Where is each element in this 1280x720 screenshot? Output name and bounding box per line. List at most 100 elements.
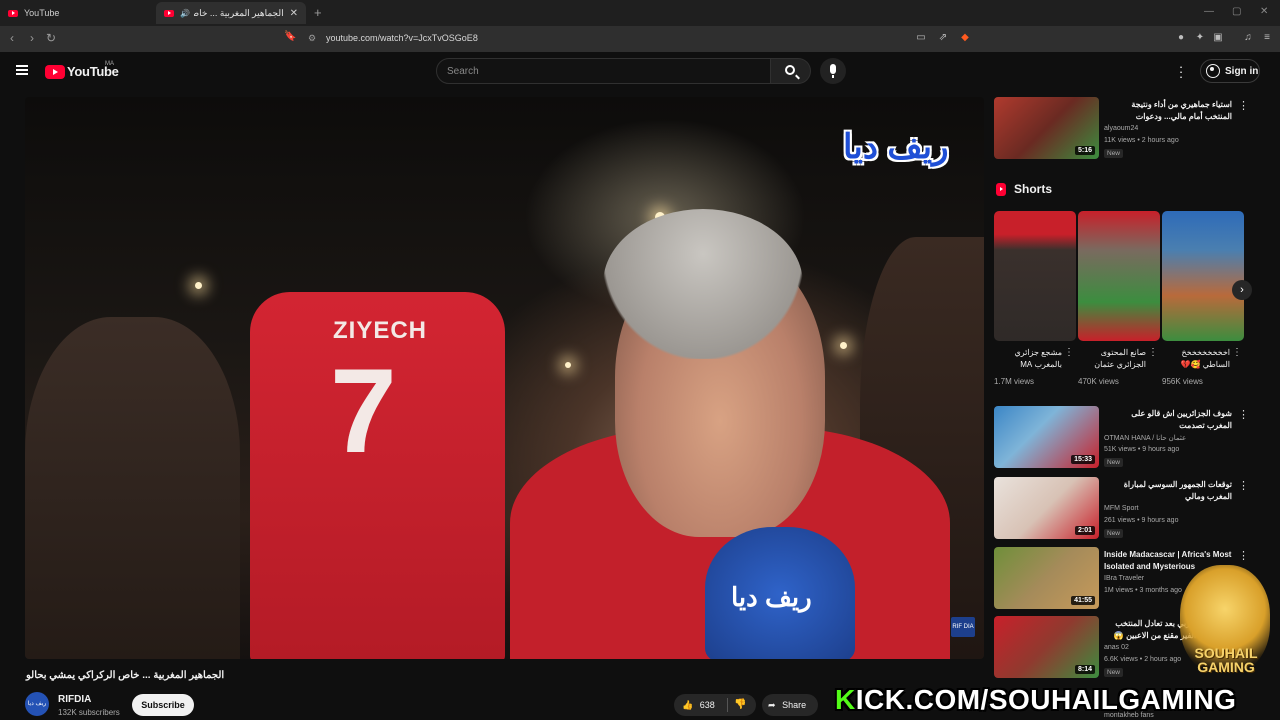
share-page-icon[interactable]: ⇗	[937, 32, 949, 44]
subscribe-button[interactable]: Subscribe	[132, 694, 194, 716]
video-title[interactable]: توقعات الجمهور السوسي لمباراة المغرب وما…	[1104, 479, 1232, 503]
forward-icon[interactable]: ›	[30, 31, 34, 45]
reload-icon[interactable]: ↻	[46, 31, 56, 45]
channel-name[interactable]: IBra Traveler	[1104, 575, 1144, 582]
search-input[interactable]	[437, 59, 770, 83]
tab-title: YouTube	[24, 8, 60, 18]
video-title: الجماهير المغربية ... خاص الركراكي يمشي …	[26, 670, 225, 681]
close-tab-icon[interactable]: ✕	[290, 8, 298, 19]
channel-avatar[interactable]: ريف ديا	[25, 692, 49, 716]
short-thumbnail[interactable]	[1162, 211, 1244, 341]
street-light	[840, 342, 847, 349]
wallet-icon[interactable]: ▣	[1212, 32, 1224, 44]
kick-k: K	[835, 684, 856, 715]
vpn-icon[interactable]: ●	[1175, 32, 1187, 44]
more-options-icon[interactable]: ⋮	[1238, 99, 1249, 112]
browser-menu-icon[interactable]: ≡	[1261, 32, 1273, 44]
short-title[interactable]: اخخخخخخخخخ الساطي 🥰💔	[1162, 347, 1230, 371]
channel-name[interactable]: alyaoum24	[1104, 125, 1138, 132]
more-options-icon[interactable]: ⋮	[1064, 347, 1074, 358]
bookmark-icon[interactable]: 🔖	[284, 31, 296, 42]
site-settings-icon[interactable]: ⚙	[308, 33, 316, 44]
short-thumbnail[interactable]	[1078, 211, 1160, 341]
voice-search-button[interactable]	[820, 58, 846, 84]
video-thumbnail[interactable]: 8:14	[994, 616, 1099, 678]
recommended-video[interactable]: 5:16 استياء جماهيري من أداء ونتيجة المنت…	[994, 97, 1250, 161]
channel-name[interactable]: RIFDIA	[58, 694, 91, 705]
view-count: 6.6K views	[1104, 656, 1138, 663]
shorts-label: Shorts	[1014, 182, 1053, 196]
video-duration: 15:33	[1071, 455, 1095, 464]
search-button[interactable]	[771, 58, 811, 84]
search-icon	[785, 65, 795, 75]
media-icon[interactable]: ♫	[1242, 32, 1254, 44]
maximize-icon[interactable]: ▢	[1232, 6, 1241, 17]
close-window-icon[interactable]: ✕	[1260, 6, 1268, 17]
video-duration: 41:55	[1071, 596, 1095, 605]
like-dislike-group: 👍 638 👎	[674, 694, 756, 716]
hamburger-menu-icon[interactable]	[16, 65, 28, 75]
recommended-video[interactable]: 15:33 شوف الجزائريين اش قالو على المغرب …	[994, 406, 1250, 470]
video-player[interactable]: ZIYECH 7 ريف ديا ريف ديا RIF DIA	[25, 97, 984, 659]
more-options-icon[interactable]: ⋮	[1238, 408, 1249, 421]
video-duration: 2:01	[1074, 526, 1095, 535]
settings-kebab-icon[interactable]: · · ·	[1176, 60, 1186, 83]
thumbs-up-icon: 👍	[682, 700, 694, 710]
country-code: MA	[105, 61, 114, 67]
view-count: 1M views	[1104, 587, 1134, 594]
short-card[interactable]: صانع المحتوى الجزائري عثمان 470K views ⋮	[1078, 211, 1160, 391]
channel-name[interactable]: anas 02	[1104, 644, 1129, 651]
upload-age: 9 hours ago	[1141, 517, 1179, 524]
video-meta: 51K views • 9 hours ago	[1104, 446, 1180, 453]
cast-icon[interactable]: ▭	[915, 32, 927, 44]
video-thumbnail[interactable]: 5:16	[994, 97, 1099, 159]
account-icon	[1206, 64, 1220, 78]
short-thumbnail[interactable]	[994, 211, 1076, 341]
tab-current-video[interactable]: 🔊 الجماهير المغربية ... خاص الركـ ✕	[156, 2, 306, 24]
like-button[interactable]: 👍 638	[682, 694, 715, 716]
new-tab-icon[interactable]: +	[314, 5, 322, 20]
more-options-icon[interactable]: ⋮	[1232, 347, 1242, 358]
back-icon[interactable]: ‹	[10, 31, 14, 45]
video-meta: 11K views • 2 hours ago	[1104, 137, 1179, 144]
corner-badge: RIF DIA	[951, 617, 975, 637]
microphone-icon	[830, 64, 836, 78]
channel-watermark: ريف ديا	[843, 128, 949, 166]
video-thumbnail[interactable]: 41:55	[994, 547, 1099, 609]
video-thumbnail[interactable]: 15:33	[994, 406, 1099, 468]
divider	[727, 698, 728, 712]
video-title[interactable]: استياء جماهيري من أداء ونتيجة المنتخب أم…	[1104, 99, 1232, 123]
video-thumbnail[interactable]: 2:01	[994, 477, 1099, 539]
dislike-button[interactable]: 👎	[734, 694, 746, 716]
thumbs-down-icon: 👎	[734, 699, 747, 710]
channel-name[interactable]: MFM Sport	[1104, 505, 1139, 512]
more-options-icon[interactable]: ⋮	[1238, 549, 1249, 562]
crowd-person-left	[25, 317, 240, 659]
new-badge: New	[1104, 668, 1124, 677]
short-card[interactable]: مشجع جزائري بالمغرب MA 1.7M views ⋮	[994, 211, 1076, 391]
share-label: Share	[782, 700, 807, 710]
video-meta: 1M views • 3 months ago	[1104, 587, 1182, 594]
more-options-icon[interactable]: ⋮	[1238, 479, 1249, 492]
more-options-icon[interactable]: ⋮	[1148, 347, 1158, 358]
view-count: 11K views	[1104, 137, 1136, 144]
tab-youtube[interactable]: YouTube	[0, 2, 150, 24]
sign-in-button[interactable]: Sign in	[1200, 59, 1260, 83]
shorts-next-arrow-icon[interactable]: ›	[1232, 280, 1252, 300]
kick-url-overlay: KICK.COM/SOUHAILGAMING	[835, 684, 1236, 716]
minimize-icon[interactable]: —	[1204, 6, 1214, 17]
short-title[interactable]: مشجع جزائري بالمغرب MA	[994, 347, 1062, 371]
short-card[interactable]: اخخخخخخخخخ الساطي 🥰💔 956K views ⋮	[1162, 211, 1244, 391]
short-title[interactable]: صانع المحتوى الجزائري عثمان	[1078, 347, 1146, 371]
brave-shield-icon[interactable]: ◆	[959, 32, 971, 44]
view-count: 261 views	[1104, 517, 1136, 524]
share-button[interactable]: ➦ Share	[762, 694, 818, 716]
video-title[interactable]: شوف الجزائريين اش قالو على المغرب تصدمت	[1104, 408, 1232, 432]
channel-name[interactable]: OTMAN HANA / عثمان حانا	[1104, 434, 1186, 442]
extensions-icon[interactable]: ✦	[1194, 32, 1206, 44]
recommended-video[interactable]: 2:01 توقعات الجمهور السوسي لمباراة المغر…	[994, 477, 1250, 541]
upload-age: 2 hours ago	[1144, 656, 1182, 663]
youtube-logo-icon	[45, 64, 65, 79]
url-field[interactable]: youtube.com/watch?v=JcxTvOSGoE8	[326, 33, 478, 43]
microphone-logo: ريف ديا	[731, 582, 812, 612]
